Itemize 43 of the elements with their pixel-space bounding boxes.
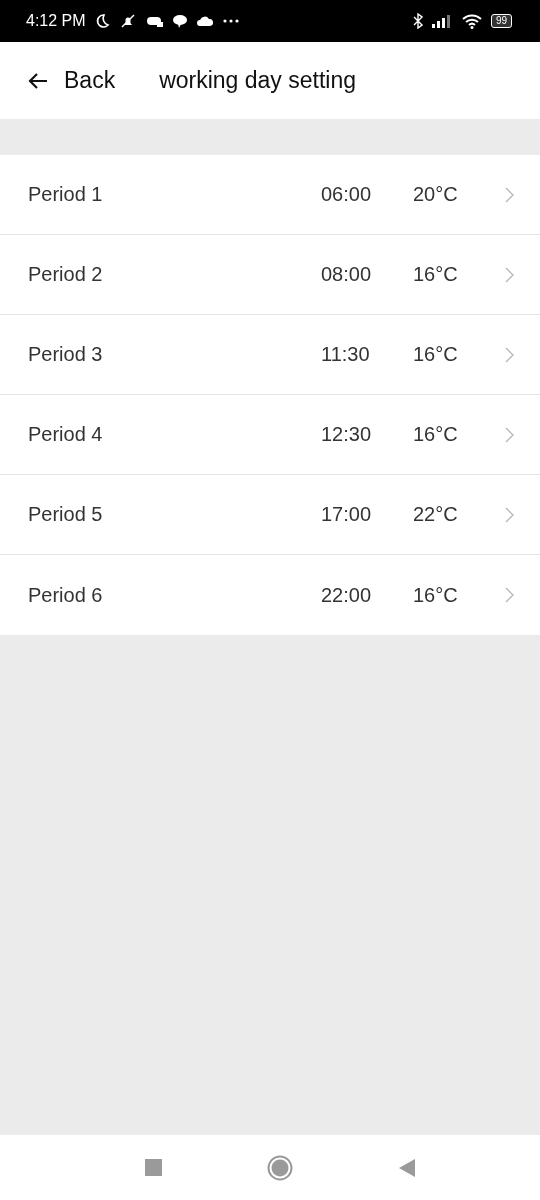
period-temperature: 22°C [413, 503, 459, 526]
period-row[interactable]: Period 1 06:00 20°C [0, 155, 540, 235]
period-name: Period 5 [28, 503, 104, 526]
cloud-icon [195, 14, 214, 28]
period-time: 11:30 [321, 343, 371, 366]
home-icon[interactable] [266, 1154, 293, 1181]
bluetooth-icon [412, 13, 423, 29]
period-row[interactable]: Period 5 17:00 22°C [0, 475, 540, 555]
chevron-right-icon [505, 587, 514, 603]
battery-level: 99 [490, 14, 512, 28]
period-row[interactable]: Period 4 12:30 16°C [0, 395, 540, 475]
chevron-right-icon [505, 186, 514, 203]
signal-icon [430, 14, 453, 28]
back-button[interactable]: Back [0, 67, 116, 94]
chat-icon [171, 14, 188, 28]
period-name: Period 4 [28, 423, 104, 446]
chevron-right-icon [505, 426, 514, 443]
back-icon[interactable] [397, 1157, 416, 1178]
period-time: 22:00 [321, 583, 373, 607]
page-title: working day setting [159, 67, 357, 94]
chevron-right-icon [505, 506, 514, 523]
period-time: 08:00 [321, 263, 373, 286]
chevron-right-icon [505, 346, 514, 363]
period-time: 06:00 [321, 183, 373, 206]
period-name: Period 2 [28, 263, 104, 286]
period-temperature: 16°C [413, 583, 459, 607]
period-name: Period 6 [28, 583, 104, 607]
period-temperature: 16°C [413, 343, 459, 366]
status-time: 4:12 PM [26, 12, 86, 30]
chevron-right-icon [505, 266, 514, 283]
recents-icon[interactable] [144, 1159, 162, 1176]
period-row[interactable]: Period 3 11:30 16°C [0, 315, 540, 395]
period-temperature: 16°C [413, 263, 459, 286]
period-row[interactable]: Period 6 22:00 16°C [0, 555, 540, 635]
period-name: Period 1 [28, 183, 104, 206]
more-icon [221, 18, 240, 24]
period-temperature: 20°C [413, 183, 459, 206]
period-temperature: 16°C [413, 423, 459, 446]
period-row[interactable]: Period 2 08:00 16°C [0, 235, 540, 315]
period-time: 12:30 [321, 423, 373, 446]
wifi-icon [460, 13, 483, 29]
period-name: Period 3 [28, 343, 104, 366]
period-time: 17:00 [321, 503, 373, 526]
